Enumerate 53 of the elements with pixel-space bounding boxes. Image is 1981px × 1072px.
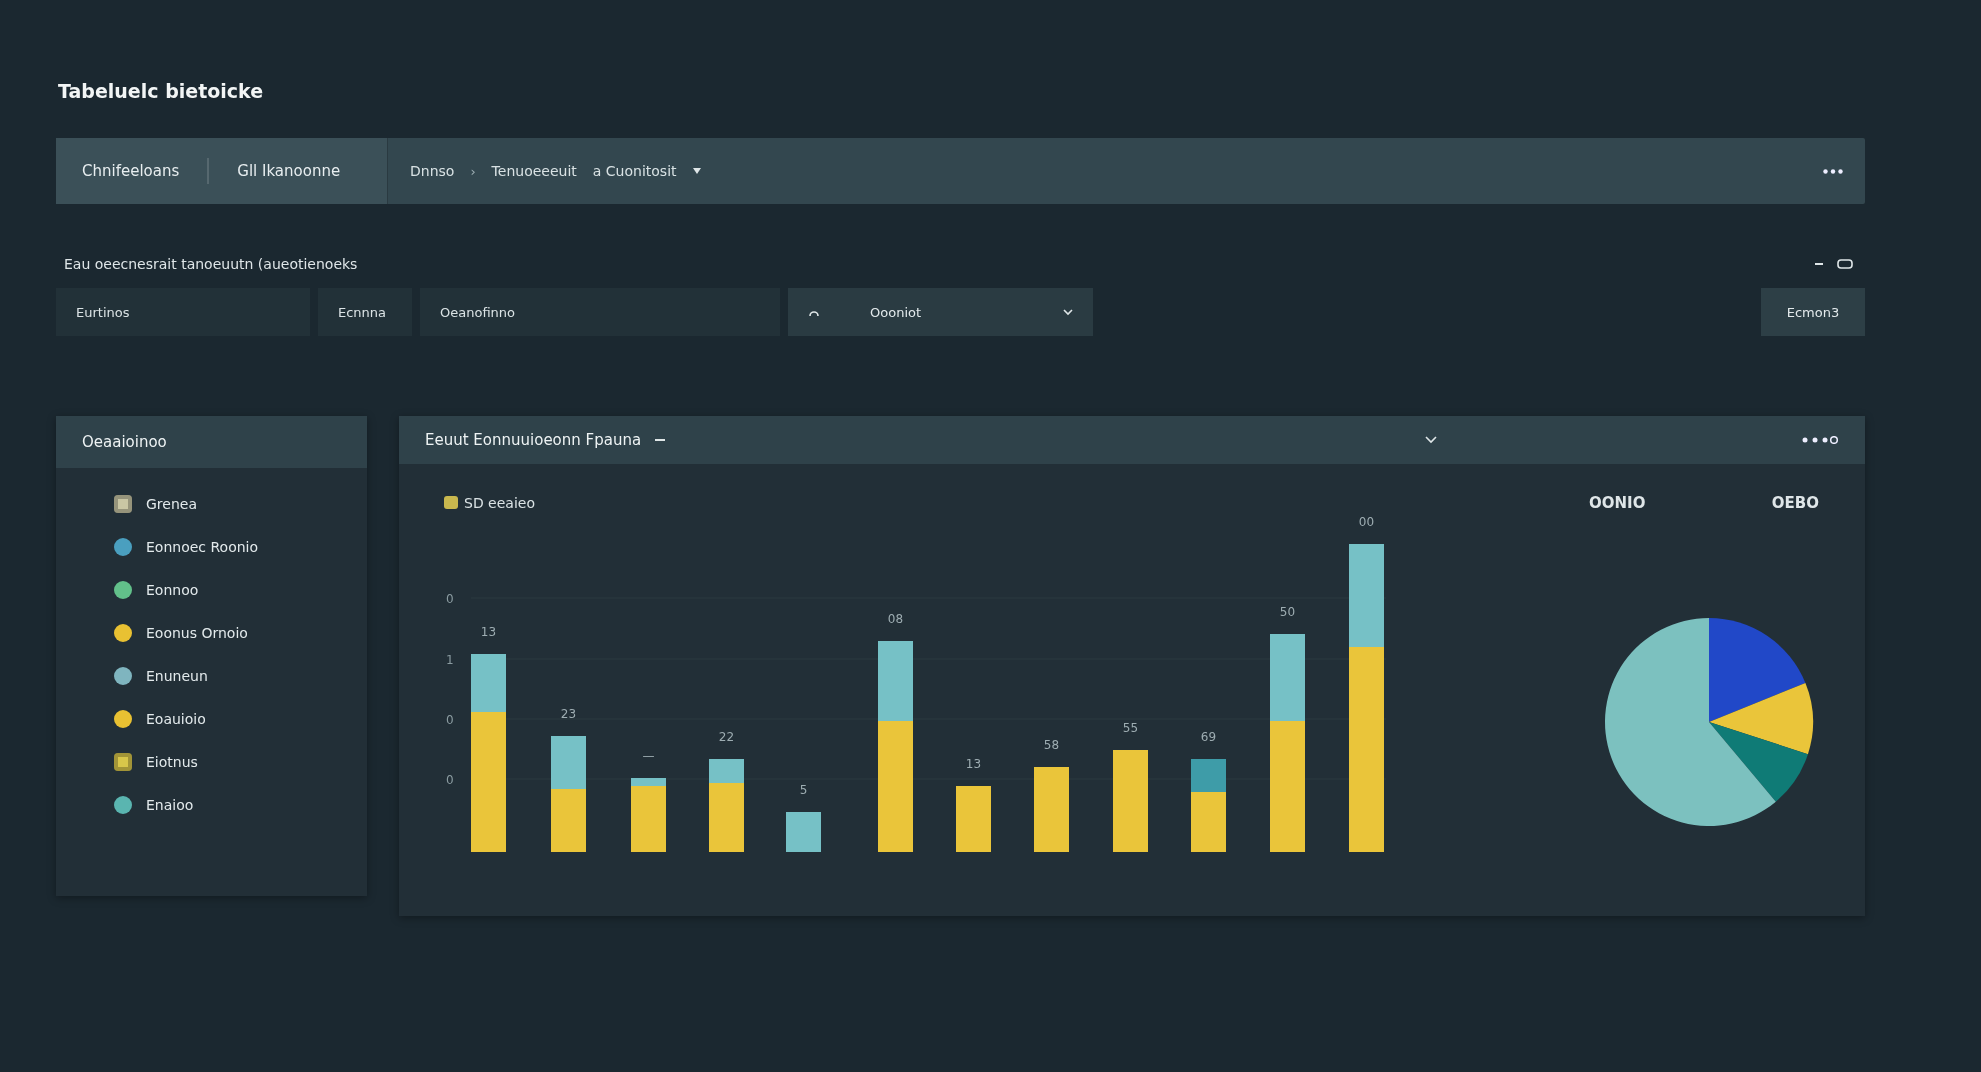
legend-label[interactable]: Enuneun [146, 667, 208, 684]
more-icon[interactable] [1801, 436, 1839, 444]
axis-tick-label: 0 [446, 592, 454, 606]
legend-label[interactable]: Eonnoec Roonio [146, 538, 259, 555]
bar-value-label: 58 [1043, 738, 1060, 752]
section-heading: Eau oeecnesrait tanoeuutn (aueotienoeks [64, 256, 359, 272]
filter-cell[interactable]: Eurtinos [56, 288, 310, 336]
stacked-bar [786, 812, 821, 852]
axis-tick-label: 1 [446, 653, 454, 667]
legend-label[interactable]: Eonnoo [146, 581, 199, 598]
legend-label: SD eeaieo [464, 495, 535, 511]
caret-icon[interactable] [655, 438, 666, 442]
toolbar-link[interactable]: Gll Ikanoonne [237, 162, 341, 180]
bar-value-label: 23 [560, 707, 577, 721]
page-title: Tabeluelc bietoicke [58, 80, 265, 102]
panel-title: Eeuut Eonnuuioeonn Fpauna [425, 431, 642, 449]
bar-value-label: — [642, 749, 655, 763]
minimize-icon[interactable] [1815, 262, 1823, 266]
action-button[interactable]: Ecmon3 [1761, 288, 1865, 336]
bar-value-label: 50 [1279, 605, 1296, 619]
legend-label[interactable]: Grenea [146, 495, 197, 512]
bar-value-label: 5 [799, 783, 808, 797]
chart-label: OEBO [1771, 494, 1819, 512]
caret-icon[interactable] [692, 168, 701, 174]
legend-label[interactable]: Eoauioio [146, 710, 206, 727]
breadcrumb-link[interactable]: a Cuonitosit [592, 163, 677, 179]
breadcrumb-separator: › [470, 163, 476, 179]
bar-value-label: 08 [887, 612, 904, 626]
axis-tick-label: 0 [446, 773, 454, 787]
legend-square-icon [444, 496, 458, 509]
chevron-down-icon [1063, 308, 1073, 316]
chevron-down-icon[interactable] [1425, 436, 1437, 444]
bar-value-label: 69 [1200, 730, 1217, 744]
bar-value-label: 00 [1358, 515, 1375, 529]
more-icon [1823, 168, 1843, 174]
bar-value-label: 55 [1122, 721, 1139, 735]
breadcrumb-link[interactable]: Tenuoeeeuit [491, 163, 577, 179]
legend-label[interactable]: Eiotnus [146, 753, 198, 770]
stacked-bar [956, 786, 991, 852]
toolbar-link[interactable]: Chnifeeloans [82, 162, 180, 180]
filter-cell[interactable]: Oeanofinno [420, 288, 780, 336]
panel-title: Oeaaioinoo [82, 433, 167, 451]
chart-label: OONIO [1589, 494, 1646, 512]
filter-dropdown[interactable]: Oooniot [788, 288, 1093, 336]
filter-cell[interactable]: Ecnnna [318, 288, 412, 336]
legend-label[interactable]: Enaioo [146, 796, 194, 813]
axis-tick-label: 0 [446, 713, 454, 727]
bar-value-label: 13 [965, 757, 982, 771]
bar-value-label: 13 [480, 625, 497, 639]
breadcrumb-link[interactable]: Dnnso [410, 163, 455, 179]
legend-label[interactable]: Eoonus Ornoio [146, 624, 248, 641]
window-icon[interactable] [1837, 259, 1853, 269]
bar-value-label: 22 [718, 730, 735, 744]
